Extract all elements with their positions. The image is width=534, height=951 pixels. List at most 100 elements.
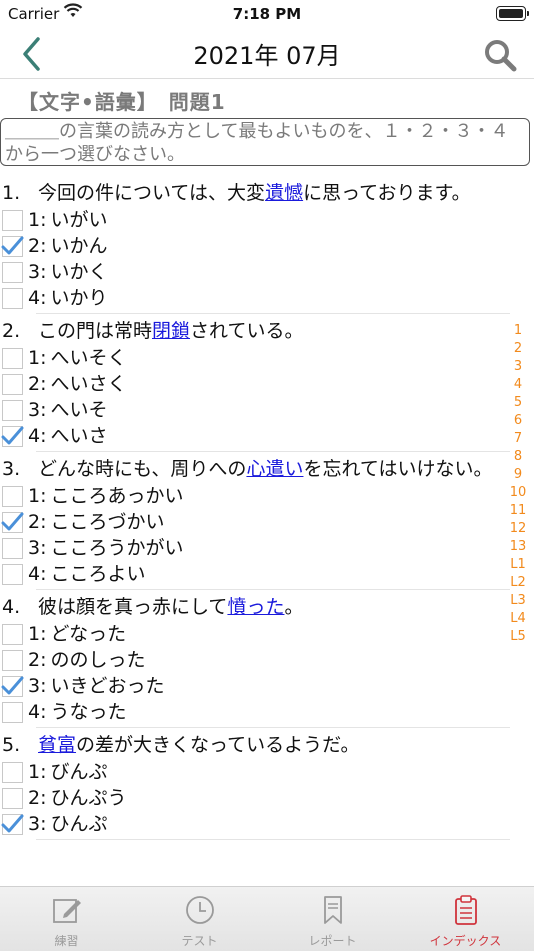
answer-option[interactable]: 1: いがい: [0, 207, 510, 233]
answer-option[interactable]: 2: ひんぷう: [0, 785, 510, 811]
index-link[interactable]: 8: [506, 448, 530, 466]
index-link[interactable]: 10: [506, 484, 530, 502]
index-link[interactable]: L1: [506, 556, 530, 574]
answer-label: 3:: [28, 537, 47, 559]
index-link[interactable]: 3: [506, 358, 530, 376]
answer-text: 1: へいそく: [28, 345, 127, 371]
answer-text: 3: ひんぷ: [28, 811, 108, 837]
question-text-after: を忘れてはいけない。: [303, 458, 493, 480]
answer-reading: いがい: [50, 209, 108, 231]
answer-option[interactable]: 4: うなった: [0, 699, 510, 725]
index-link[interactable]: 2: [506, 340, 530, 358]
answer-checkbox[interactable]: [2, 486, 23, 507]
answer-option[interactable]: 1: びんぷ: [0, 759, 510, 785]
answer-option[interactable]: 3: へいそ: [0, 397, 510, 423]
question-list[interactable]: 1. 今回の件については、大変遺憾に思っております。 1: いがい 2: いかん 3: いかく…: [0, 176, 510, 886]
answer-text: 4: いかり: [28, 285, 108, 311]
answer-checkbox[interactable]: [2, 650, 23, 671]
tab-index[interactable]: インデックス: [399, 887, 532, 951]
question-stem: 5. 貧富の差が大きくなっているようだ。: [0, 728, 510, 759]
index-link[interactable]: 4: [506, 376, 530, 394]
checkmark-icon: [1, 814, 24, 833]
answer-option[interactable]: 2: こころづかい: [0, 509, 510, 535]
answer-text: 4: へいさ: [28, 423, 108, 449]
answer-reading: こころよい: [50, 563, 146, 585]
answer-label: 1:: [28, 209, 47, 231]
tab-report[interactable]: レポート: [266, 887, 399, 951]
index-link[interactable]: L3: [506, 592, 530, 610]
question-item: 2. この門は常時閉鎖されている。 1: へいそく 2: へいさく 3: へいそ 4: へいさ: [1, 314, 510, 452]
answer-option[interactable]: 2: ののしった: [0, 647, 510, 673]
answer-checkbox[interactable]: [2, 702, 23, 723]
answer-option[interactable]: 2: へいさく: [0, 371, 510, 397]
checkmark-icon: [1, 676, 24, 695]
tab-test[interactable]: テスト: [133, 887, 266, 951]
search-button[interactable]: [482, 37, 518, 73]
index-link[interactable]: L5: [506, 628, 530, 646]
answer-label: 1:: [28, 761, 47, 783]
answer-reading: びんぷ: [50, 761, 108, 783]
question-text-after: されている。: [190, 320, 304, 342]
answer-reading: こころづかい: [50, 511, 165, 533]
tab-label: テスト: [181, 934, 218, 948]
index-link[interactable]: 7: [506, 430, 530, 448]
answer-option[interactable]: 1: へいそく: [0, 345, 510, 371]
answer-checkbox[interactable]: [2, 400, 23, 421]
target-word-link[interactable]: 貧富: [38, 734, 76, 756]
checkmark-icon: [1, 512, 24, 531]
index-link[interactable]: 13: [506, 538, 530, 556]
tab-practice[interactable]: 練習: [0, 887, 133, 951]
section-index[interactable]: 1 2 3 4 5 6 7 8 9 10 11 12 13 L1 L2 L3 L4 L5: [506, 322, 530, 646]
target-word-link[interactable]: 遺憾: [265, 182, 303, 204]
answer-label: 2:: [28, 511, 47, 533]
answer-option[interactable]: 4: こころよい: [0, 561, 510, 587]
answer-checkbox[interactable]: [2, 564, 23, 585]
answer-option[interactable]: 2: いかん: [0, 233, 510, 259]
answer-option[interactable]: 3: ひんぷ: [0, 811, 510, 837]
answer-checkbox[interactable]: [2, 262, 23, 283]
answer-checkbox[interactable]: [2, 788, 23, 809]
answer-label: 3:: [28, 261, 47, 283]
question-number: 3.: [2, 458, 21, 480]
index-link[interactable]: 9: [506, 466, 530, 484]
answer-text: 2: いかん: [28, 233, 108, 259]
clipboard-icon: [454, 895, 477, 925]
answer-option[interactable]: 4: へいさ: [0, 423, 510, 449]
answer-checkbox[interactable]: [2, 624, 23, 645]
answer-label: 2:: [28, 787, 47, 809]
target-word-link[interactable]: 心遣い: [246, 458, 303, 480]
answer-option[interactable]: 1: どなった: [0, 621, 510, 647]
index-link[interactable]: 1: [506, 322, 530, 340]
pencil-square-icon: [52, 899, 81, 923]
answer-checkbox[interactable]: [2, 210, 23, 231]
index-link[interactable]: L4: [506, 610, 530, 628]
index-link[interactable]: 12: [506, 520, 530, 538]
question-item: 3. どんな時にも、周りへの心遣いを忘れてはいけない。 1: こころあっかい 2: こころ…: [1, 452, 510, 590]
answer-reading: へいそ: [50, 399, 108, 421]
answer-option[interactable]: 4: いかり: [0, 285, 510, 311]
answer-checkbox[interactable]: [2, 762, 23, 783]
answer-option[interactable]: 3: いきどおった: [0, 673, 510, 699]
answer-reading: こころうかがい: [50, 537, 184, 559]
index-link[interactable]: 11: [506, 502, 530, 520]
answer-checkbox[interactable]: [2, 348, 23, 369]
answer-option[interactable]: 3: いかく: [0, 259, 510, 285]
index-link[interactable]: L2: [506, 574, 530, 592]
section-heading: 【文字•語彙】 問題1: [18, 90, 226, 114]
answer-checkbox[interactable]: [2, 288, 23, 309]
answer-option[interactable]: 3: こころうかがい: [0, 535, 510, 561]
answer-label: 4:: [28, 701, 47, 723]
index-link[interactable]: 5: [506, 394, 530, 412]
target-word-link[interactable]: 憤った: [227, 596, 284, 618]
answer-text: 2: へいさく: [28, 371, 127, 397]
target-word-link[interactable]: 閉鎖: [152, 320, 190, 342]
answer-option[interactable]: 1: こころあっかい: [0, 483, 510, 509]
question-number: 4.: [2, 596, 21, 618]
bookmark-icon: [323, 896, 342, 924]
answer-checkbox[interactable]: [2, 374, 23, 395]
answer-label: 1:: [28, 623, 47, 645]
question-number: 5.: [2, 734, 21, 756]
instruction-box: ＿＿＿の言葉の読み方として最もよいものを、１・２・３・４から一つ選びなさい。: [0, 118, 530, 166]
index-link[interactable]: 6: [506, 412, 530, 430]
answer-checkbox[interactable]: [2, 538, 23, 559]
